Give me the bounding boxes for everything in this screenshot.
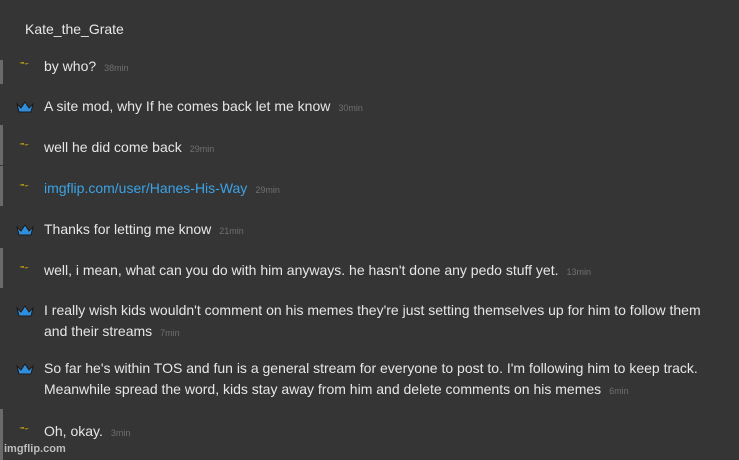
message-marker <box>0 166 3 206</box>
spark-icon <box>19 62 29 65</box>
message-text: So far he's within TOS and fun is a gene… <box>44 360 698 397</box>
message-marker <box>0 125 3 165</box>
chat-title: Kate_the_Grate <box>25 21 124 37</box>
crown-icon <box>16 224 34 236</box>
crown-icon <box>16 305 34 317</box>
message-text: well, i mean, what can you do with him a… <box>44 262 559 278</box>
message-time: 3min <box>110 428 131 438</box>
crown-icon <box>16 101 34 113</box>
message-marker <box>0 60 3 84</box>
message-time: 29min <box>255 185 280 195</box>
message-text: Oh, okay. <box>44 423 103 439</box>
message-text: by who? <box>44 58 97 74</box>
message-time: 30min <box>338 103 363 113</box>
message-marker <box>0 409 3 460</box>
message-text: A site mod, why If he comes back let me … <box>44 98 331 114</box>
spark-icon <box>19 143 29 146</box>
message-text: I really wish kids wouldn't comment on h… <box>44 302 701 339</box>
message-time: 29min <box>189 144 215 154</box>
message-text: Thanks for letting me know <box>44 221 212 237</box>
message-time: 13min <box>566 267 592 277</box>
spark-icon <box>19 427 29 430</box>
crown-icon <box>16 363 34 375</box>
spark-icon <box>19 184 29 187</box>
spark-icon <box>19 266 29 269</box>
message-text: well he did come back <box>44 139 182 155</box>
message-time: 6min <box>609 386 629 396</box>
message-time: 21min <box>219 226 244 236</box>
profile-link[interactable]: imgflip.com/user/Hanes-His-Way <box>44 180 247 196</box>
watermark: imgflip.com <box>4 443 66 455</box>
message-marker <box>0 248 3 288</box>
message-time: 7min <box>160 328 180 338</box>
message-time: 38min <box>104 63 129 73</box>
